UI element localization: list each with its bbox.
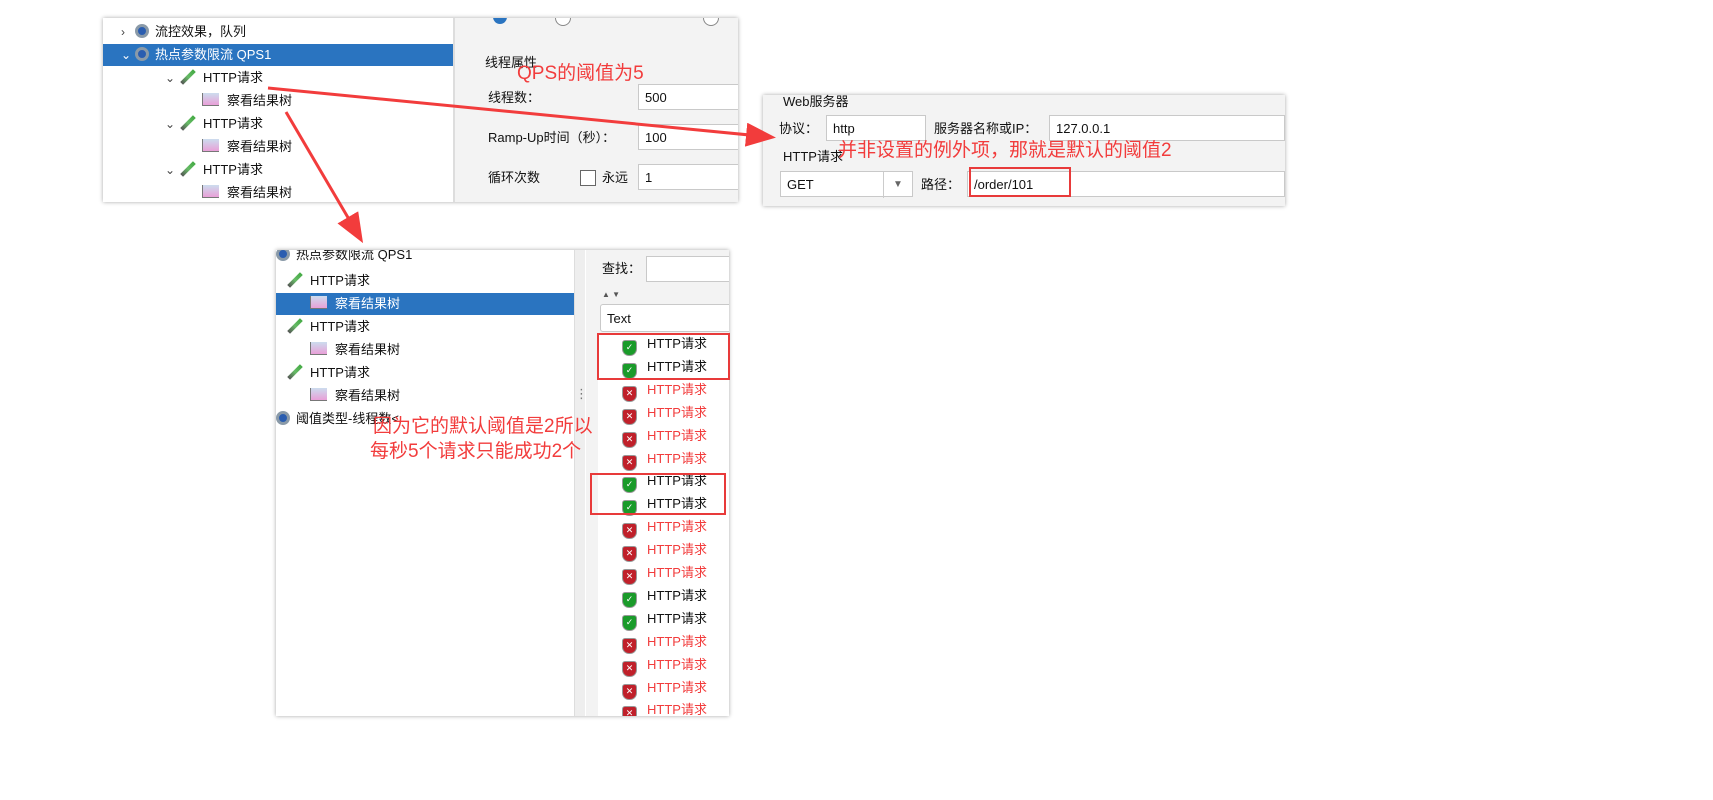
arrow-to-results: [284, 111, 364, 244]
annotation-reason-2: 每秒5个请求只能成功2个: [370, 441, 582, 462]
highlight-success-1: [597, 333, 730, 380]
annotation-qps: QPS的阈值为5: [517, 63, 644, 84]
annotation-reason-1: 因为它的默认阈值是2所以: [373, 416, 593, 437]
annotation-arrows: [267, 86, 776, 244]
highlight-success-2: [590, 473, 726, 515]
arrow-to-http-config: [267, 86, 776, 147]
highlight-path: [969, 167, 1071, 197]
annotation-exception: 并非设置的例外项，那就是默认的阈值2: [838, 140, 1172, 161]
